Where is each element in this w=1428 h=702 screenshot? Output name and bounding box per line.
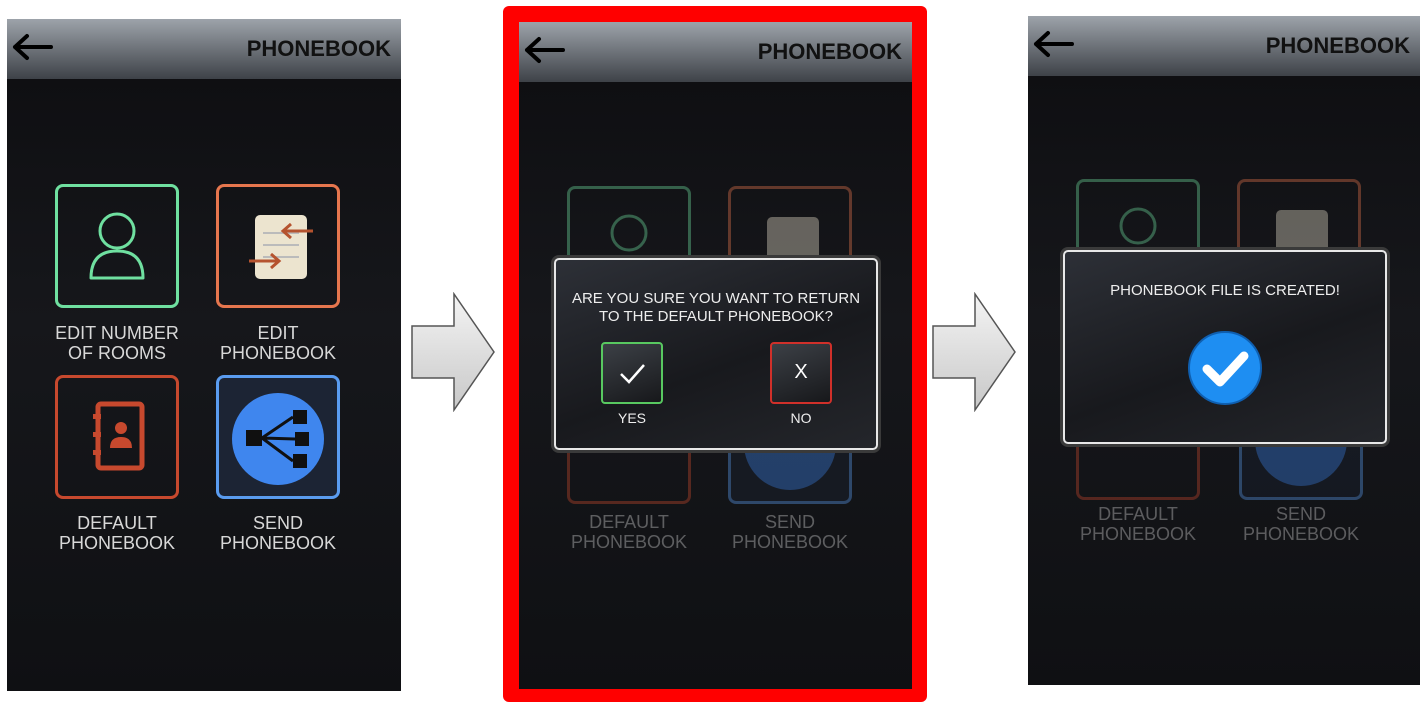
send-phonebook-label: SEND PHONEBOOK (219, 513, 337, 553)
edit-rooms-label: EDIT NUMBER OF ROOMS (55, 323, 179, 363)
contact-book-icon (93, 401, 145, 471)
user-icon (89, 212, 145, 280)
default-phonebook-label: DEFAULT PHONEBOOK (58, 513, 176, 553)
phonebook-screen-success: PHONEBOOK DEFAULT PHONEBOOK SEND PHONEBOOK… (1028, 16, 1420, 685)
send-phonebook-button[interactable] (216, 375, 340, 499)
back-arrow-icon[interactable] (11, 31, 55, 63)
app-header: PHONEBOOK (1028, 16, 1420, 76)
share-network-icon (232, 393, 324, 485)
confirm-message: ARE YOU SURE YOU WANT TO RETURN TO THE DE… (571, 290, 861, 325)
default-phonebook-label: DEFAULT PHONEBOOK (1079, 504, 1197, 544)
back-arrow-icon[interactable] (1032, 28, 1076, 60)
page-title: PHONEBOOK (246, 36, 391, 61)
page-title: PHONEBOOK (1265, 33, 1410, 58)
default-phonebook-label: DEFAULT PHONEBOOK (570, 512, 688, 552)
check-circle-icon (1188, 331, 1262, 405)
no-label: NO (790, 410, 812, 426)
no-button[interactable]: X (770, 342, 832, 404)
app-header: PHONEBOOK (519, 22, 912, 82)
phonebook-screen-main: PHONEBOOK EDIT NUMBER OF ROOMS EDIT PHONEB… (7, 19, 401, 691)
edit-phonebook-label: EDIT PHONEBOOK (219, 323, 337, 363)
confirm-dialog: ARE YOU SURE YOU WANT TO RETURN TO THE DE… (554, 258, 878, 450)
right-arrow-icon (411, 292, 495, 412)
success-dialog: PHONEBOOK FILE IS CREATED! (1063, 250, 1387, 444)
document-arrows-icon (249, 215, 313, 279)
right-arrow-icon (932, 292, 1016, 412)
checkmark-icon (620, 364, 645, 384)
edit-rooms-button[interactable] (55, 184, 179, 308)
phonebook-screen-confirm: PHONEBOOK DEFAULT PHONEBOOK SEND PHONEBOOK (519, 22, 912, 689)
page-title: PHONEBOOK (757, 39, 902, 64)
success-message: PHONEBOOK FILE IS CREATED! (1110, 282, 1340, 299)
default-phonebook-button[interactable] (55, 375, 179, 499)
close-icon: X (794, 361, 808, 383)
yes-label: YES (617, 410, 646, 426)
send-phonebook-label: SEND PHONEBOOK (731, 512, 849, 552)
edit-phonebook-button[interactable] (216, 184, 340, 308)
back-arrow-icon[interactable] (523, 34, 567, 66)
app-header: PHONEBOOK (7, 19, 401, 79)
yes-button[interactable] (601, 342, 663, 404)
send-phonebook-label: SEND PHONEBOOK (1242, 504, 1360, 544)
